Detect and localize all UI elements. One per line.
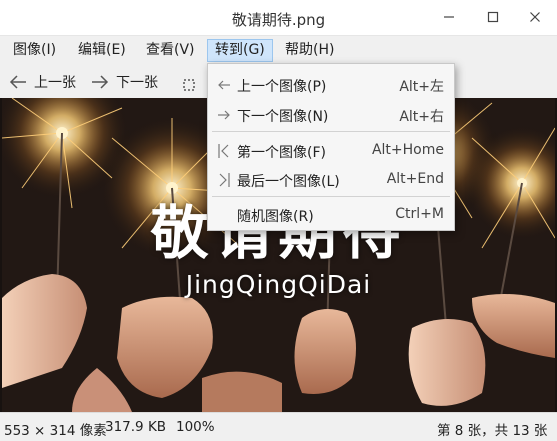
image-dimensions: 553 × 314 像素 [4, 423, 107, 439]
menu-item-label: 下一个图像(N) [237, 109, 329, 125]
file-size: 317.9 KB [105, 419, 167, 435]
close-icon [530, 12, 540, 22]
arrow-left-icon [9, 75, 26, 89]
menu-image[interactable]: 图像(I) [6, 39, 63, 62]
menu-goto[interactable]: 转到(G) [207, 39, 273, 62]
next-image-label: 下一张 [116, 75, 158, 91]
arrow-right-icon [92, 75, 109, 89]
arrow-right-icon [216, 107, 232, 123]
menu-help[interactable]: 帮助(H) [278, 39, 341, 62]
zoom-level: 100% [176, 419, 215, 435]
menu-item-last-image[interactable]: 最后一个图像(L) Alt+End [208, 166, 454, 194]
menu-view[interactable]: 查看(V) [139, 39, 202, 62]
menu-separator [212, 131, 450, 132]
arrow-left-icon [216, 77, 232, 93]
minimize-button[interactable] [434, 6, 464, 28]
menu-edit[interactable]: 编辑(E) [71, 39, 133, 62]
menu-item-shortcut: Ctrl+M [395, 206, 444, 222]
menu-item-label: 第一个图像(F) [237, 145, 326, 161]
maximize-icon [487, 11, 499, 23]
minimize-icon [444, 16, 454, 18]
menu-separator [212, 196, 450, 197]
menu-item-next-image[interactable]: 下一个图像(N) Alt+右 [208, 101, 454, 129]
menu-item-shortcut: Alt+右 [399, 109, 444, 125]
goto-menu: 上一个图像(P) Alt+左 下一个图像(N) Alt+右 第一个图像(F) A… [207, 63, 455, 231]
menu-item-label: 最后一个图像(L) [237, 174, 340, 190]
zoom-fit-icon [183, 79, 195, 91]
menu-item-label: 上一个图像(P) [237, 79, 327, 95]
image-position: 第 8 张，共 13 张 [437, 423, 548, 439]
menu-item-shortcut: Alt+Home [371, 142, 444, 158]
menu-item-shortcut: Alt+End [386, 171, 444, 187]
menu-item-random-image[interactable]: 随机图像(R) Ctrl+M [208, 201, 454, 229]
menu-item-first-image[interactable]: 第一个图像(F) Alt+Home [208, 137, 454, 165]
menu-bar: 图像(I) 编辑(E) 查看(V) 转到(G) 帮助(H) [0, 36, 557, 65]
image-subtitle-text: JingQingQiDai [185, 270, 372, 299]
previous-image-label: 上一张 [34, 75, 76, 91]
status-bar: 553 × 314 像素 317.9 KB 100% 第 8 张，共 13 张 [0, 412, 557, 441]
fit-window-button[interactable] [182, 70, 210, 94]
menu-item-previous-image[interactable]: 上一个图像(P) Alt+左 [208, 71, 454, 99]
next-image-button[interactable]: 下一张 [90, 70, 158, 94]
window-title: 敬请期待.png [231, 11, 326, 29]
menu-item-shortcut: Alt+左 [399, 79, 444, 95]
title-bar: 敬请期待.png [0, 0, 557, 36]
close-button[interactable] [520, 6, 550, 28]
maximize-button[interactable] [478, 6, 508, 28]
menu-item-label: 随机图像(R) [237, 209, 314, 225]
last-image-icon [216, 172, 232, 188]
previous-image-button[interactable]: 上一张 [8, 70, 76, 94]
first-image-icon [216, 143, 232, 159]
